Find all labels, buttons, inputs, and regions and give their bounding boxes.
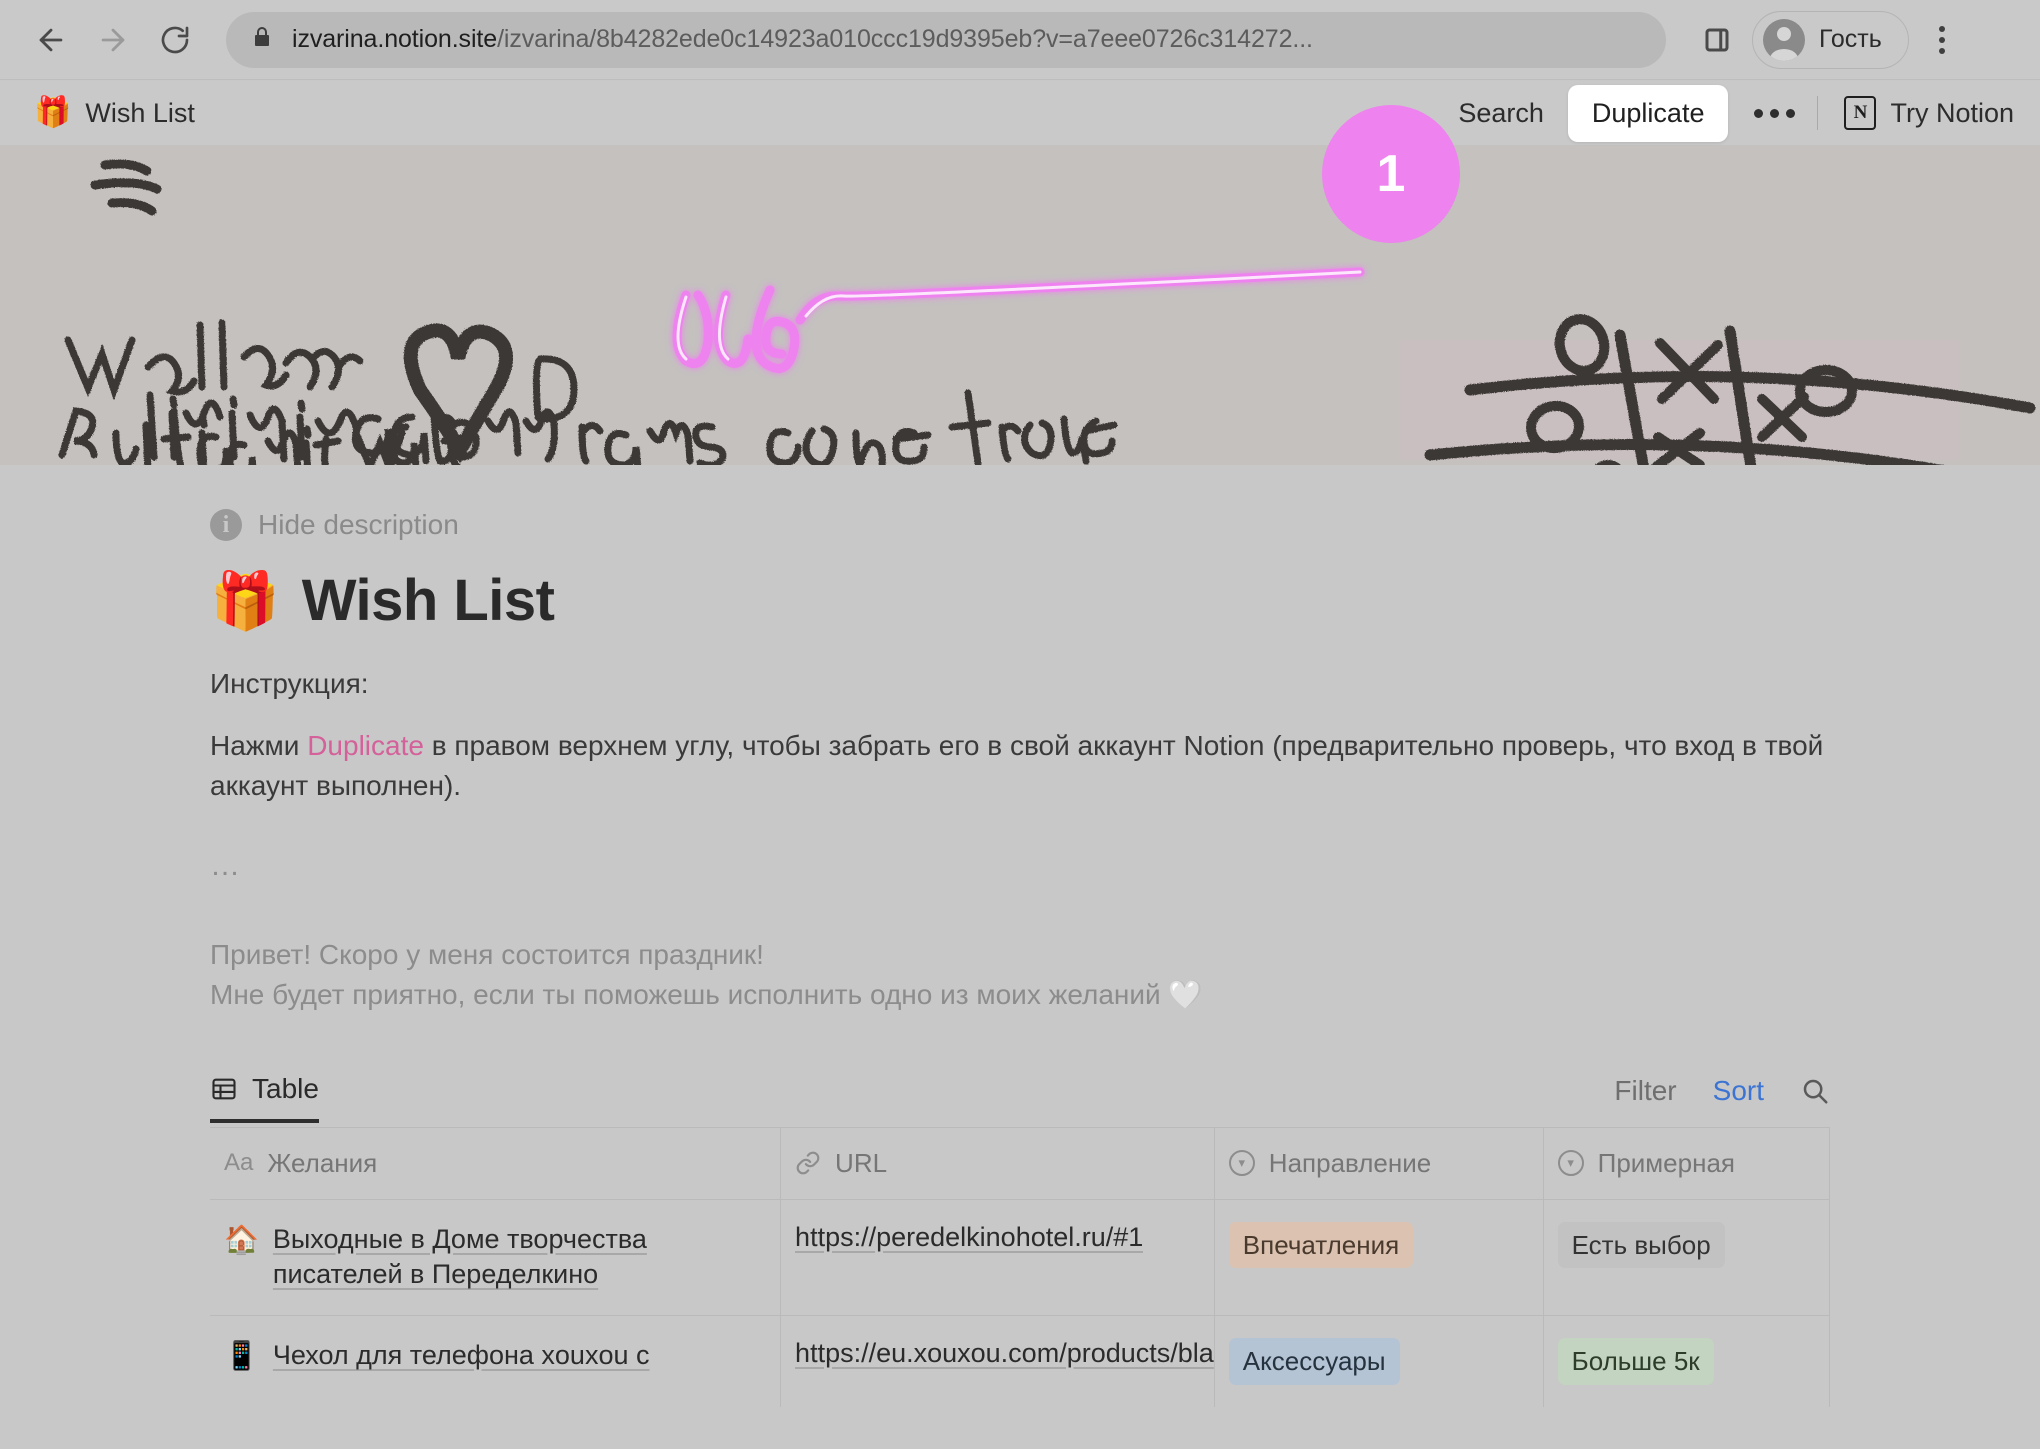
try-notion-button[interactable]: N Try Notion — [1818, 96, 2014, 130]
forward-button[interactable] — [84, 11, 142, 69]
cell-direction[interactable]: Аксессуары — [1214, 1315, 1544, 1407]
tab-table[interactable]: Table — [210, 1073, 319, 1123]
browser-right-controls: Гость — [1688, 10, 1969, 69]
white-heart-icon: 🤍 — [1168, 979, 1204, 1010]
column-header-price-content: ▾ Примерная — [1557, 1147, 1829, 1179]
column-header-direction-content: ▾ Направление — [1228, 1147, 1543, 1179]
browser-chrome: izvarina.notion.site/izvarina/8b4282ede0… — [0, 0, 2040, 80]
column-header-url[interactable]: URL — [780, 1126, 1215, 1200]
greeting-line-1: Привет! Скоро у меня состоится праздник! — [210, 939, 764, 971]
sort-button[interactable]: Sort — [1713, 1075, 1764, 1107]
browser-nav-buttons — [0, 11, 204, 69]
url-link[interactable]: https://peredelkinohotel.ru/#1 — [795, 1222, 1143, 1253]
cell-wish-title[interactable]: 📱 Чехол для телефона xouxou с — [210, 1315, 782, 1407]
cell-direction[interactable]: Впечатления — [1214, 1198, 1544, 1316]
divider-dots: … — [210, 849, 244, 883]
profile-button[interactable]: Гость — [1752, 10, 1909, 69]
notion-top-nav: 🎁 Wish List Search Duplicate N Try Notio… — [0, 81, 2040, 145]
search-icon[interactable] — [1800, 1076, 1830, 1106]
annotation-badge-1: 1 — [1322, 105, 1460, 243]
column-header-wishes[interactable]: Aa Желания — [210, 1126, 782, 1200]
cell-wish-title[interactable]: 🏠 Выходные в Доме творчества писателей в… — [210, 1198, 782, 1316]
cell-wish-title-content: 📱 Чехол для телефона xouxou с — [224, 1338, 780, 1374]
column-header-wishes-label: Желания — [267, 1147, 378, 1178]
tab-table-label: Table — [252, 1072, 319, 1104]
table-body: 🏠 Выходные в Доме творчества писателей в… — [210, 1198, 1831, 1407]
page-title: 🎁 Wish List — [210, 567, 1830, 634]
wish-title-link[interactable]: Чехол для телефона xouxou с — [273, 1338, 650, 1374]
hide-description-toggle[interactable]: i Hide description — [210, 465, 1830, 541]
notion-nav-actions: Search Duplicate N Try Notion — [1442, 84, 2014, 142]
url-host: izvarina.notion.site — [292, 25, 498, 53]
info-icon: i — [210, 509, 242, 541]
ellipsis-icon[interactable] — [1728, 108, 1817, 118]
column-header-direction-label: Направление — [1268, 1147, 1432, 1178]
select-icon: ▾ — [1557, 1150, 1584, 1177]
cell-price[interactable]: Больше 5к — [1543, 1315, 1831, 1407]
column-header-url-label: URL — [835, 1147, 888, 1178]
column-header-price-label: Примерная — [1597, 1147, 1735, 1178]
back-button[interactable] — [22, 11, 80, 69]
url-link[interactable]: https://eu.xouxou.com/products/bla — [795, 1338, 1214, 1369]
avatar — [1763, 18, 1805, 61]
phone-icon: 📱 — [224, 1340, 259, 1371]
page-content: i Hide description 🎁 Wish List Инструкци… — [0, 465, 2040, 1407]
try-notion-label: Try Notion — [1890, 97, 2014, 128]
toolbar-actions: Filter Sort — [1614, 1075, 1830, 1123]
table-header-row: Aa Желания URL ▾ Направление ▾ Примерная — [210, 1126, 1831, 1200]
table-row[interactable]: 🏠 Выходные в Доме творчества писателей в… — [210, 1198, 1831, 1316]
page-cover-image — [0, 145, 2040, 465]
table-header: Aa Желания URL ▾ Направление ▾ Примерная — [210, 1126, 1831, 1200]
column-header-wishes-content: Aa Желания — [224, 1148, 780, 1179]
instruction-heading: Инструкция: — [210, 668, 369, 699]
database-table: Aa Желания URL ▾ Направление ▾ Примерная… — [210, 1126, 1831, 1407]
side-panel-icon[interactable] — [1688, 11, 1746, 69]
breadcrumb-label: Wish List — [85, 97, 195, 128]
link-icon — [795, 1150, 821, 1176]
database-toolbar: Table Filter Sort — [210, 1061, 1830, 1123]
kebab-menu-icon[interactable] — [1915, 11, 1969, 69]
column-header-direction[interactable]: ▾ Направление — [1214, 1126, 1544, 1200]
notion-logo-icon: N — [1844, 96, 1877, 130]
gift-icon: 🎁 — [210, 568, 280, 632]
table-icon — [210, 1075, 238, 1103]
cell-url[interactable]: https://eu.xouxou.com/products/bla — [780, 1315, 1215, 1407]
price-tag: Есть выбор — [1557, 1221, 1725, 1269]
reload-button[interactable] — [146, 11, 204, 69]
column-header-price[interactable]: ▾ Примерная — [1543, 1126, 1831, 1200]
column-header-url-content: URL — [795, 1148, 1214, 1179]
instruction-paragraph: Нажми Duplicate в правом верхнем углу, ч… — [210, 726, 1830, 806]
greeting-line-2: Мне будет приятно, если ты поможешь испо… — [210, 975, 1830, 1015]
page-title-text: Wish List — [301, 568, 555, 633]
instruction-text-before: Нажми — [210, 729, 308, 761]
table-row[interactable]: 📱 Чехол для телефона xouxou с https://eu… — [210, 1315, 1831, 1407]
lock-icon — [250, 24, 274, 55]
filter-button[interactable]: Filter — [1614, 1075, 1676, 1107]
greeting-line-2-text: Мне будет приятно, если ты поможешь испо… — [210, 979, 1169, 1010]
duplicate-button[interactable]: Duplicate — [1567, 84, 1729, 142]
price-tag: Больше 5к — [1557, 1338, 1714, 1385]
url-path: /izvarina/8b4282ede0c14923a010ccc19d9395… — [497, 25, 1313, 53]
address-bar[interactable]: izvarina.notion.site/izvarina/8b4282ede0… — [226, 11, 1666, 68]
cell-url[interactable]: https://peredelkinohotel.ru/#1 — [780, 1198, 1215, 1316]
profile-name: Гость — [1819, 25, 1882, 53]
cell-wish-title-content: 🏠 Выходные в Доме творчества писателей в… — [224, 1222, 780, 1293]
gift-icon: 🎁 — [34, 96, 72, 129]
instruction-duplicate-mention: Duplicate — [307, 729, 424, 761]
greeting-block: Привет! Скоро у меня состоится праздник!… — [210, 935, 1830, 1015]
cover-doodles — [0, 145, 2040, 465]
breadcrumb[interactable]: 🎁 Wish List — [34, 98, 195, 129]
search-button[interactable]: Search — [1442, 98, 1560, 129]
wish-title-link[interactable]: Выходные в Доме творчества писателей в П… — [273, 1222, 780, 1293]
house-icon: 🏠 — [224, 1223, 259, 1255]
instruction-text-after: в правом верхнем углу, чтобы забрать его… — [210, 729, 1824, 801]
cell-price[interactable]: Есть выбор — [1543, 1198, 1831, 1316]
page-body: i Hide description 🎁 Wish List Инструкци… — [0, 465, 2040, 1449]
direction-tag: Впечатления — [1228, 1221, 1414, 1269]
select-icon: ▾ — [1228, 1150, 1255, 1177]
text-type-icon: Aa — [224, 1149, 254, 1177]
address-bar-text: izvarina.notion.site/izvarina/8b4282ede0… — [292, 25, 1313, 54]
direction-tag: Аксессуары — [1228, 1338, 1400, 1385]
hide-description-label: Hide description — [258, 509, 459, 540]
